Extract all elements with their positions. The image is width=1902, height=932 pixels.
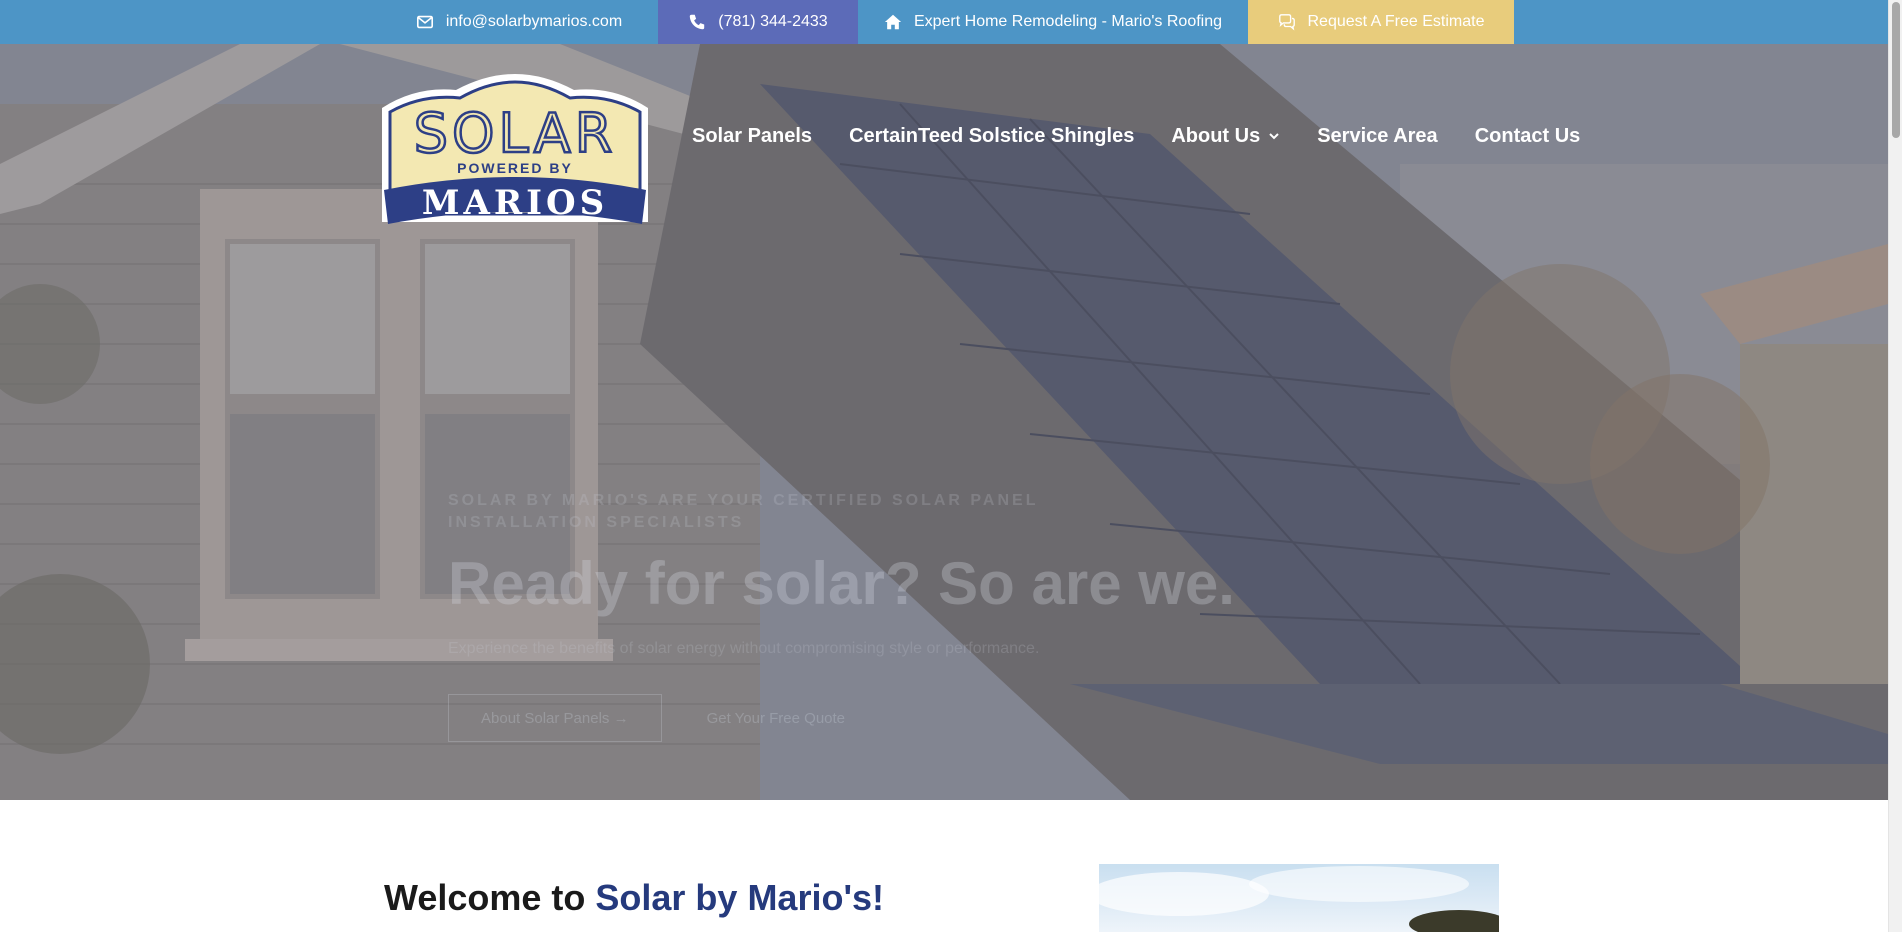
page-scrollbar[interactable] xyxy=(1888,0,1902,932)
request-estimate-text: Request A Free Estimate xyxy=(1307,13,1485,30)
email-link[interactable]: info@solarbymarios.com xyxy=(380,0,658,44)
nav-certainteed-shingles[interactable]: CertainTeed Solstice Shingles xyxy=(849,125,1134,148)
chat-bubbles-icon xyxy=(1278,13,1296,31)
email-text: info@solarbymarios.com xyxy=(445,13,623,30)
hero-section: SOLAR POWERED BY MARIOS Solar Panels Cer… xyxy=(0,44,1888,800)
welcome-heading: Welcome to Solar by Mario's! xyxy=(384,876,884,920)
hero-copy: SOLAR BY MARIO'S ARE YOUR CERTIFIED SOLA… xyxy=(448,490,1235,742)
logo-marios-text: MARIOS xyxy=(422,183,608,223)
remodeling-text: Expert Home Remodeling - Mario's Roofing xyxy=(913,13,1223,30)
phone-link[interactable]: (781) 344-2433 xyxy=(658,0,858,44)
nav-solar-panels[interactable]: Solar Panels xyxy=(692,125,812,148)
top-contact-bar: info@solarbymarios.com (781) 344-2433 Ex… xyxy=(0,0,1888,44)
scrollbar-thumb[interactable] xyxy=(1892,2,1900,138)
chevron-down-icon xyxy=(1268,130,1280,142)
about-solar-panels-button[interactable]: About Solar Panels → xyxy=(448,694,662,742)
main-nav: Solar Panels CertainTeed Solstice Shingl… xyxy=(692,116,1580,156)
solar-by-marios-logo[interactable]: SOLAR POWERED BY MARIOS xyxy=(376,72,654,232)
hero-eyebrow: SOLAR BY MARIO'S ARE YOUR CERTIFIED SOLA… xyxy=(448,492,1039,531)
nav-label: About Us xyxy=(1171,124,1261,147)
welcome-photo xyxy=(1099,864,1499,932)
home-icon xyxy=(884,13,902,31)
request-estimate-button[interactable]: Request A Free Estimate xyxy=(1248,0,1514,44)
envelope-icon xyxy=(416,13,434,31)
nav-contact-us[interactable]: Contact Us xyxy=(1475,125,1581,148)
phone-text: (781) 344-2433 xyxy=(718,13,828,30)
free-quote-button[interactable]: Get Your Free Quote xyxy=(674,694,878,742)
nav-label: Contact Us xyxy=(1474,124,1581,147)
nav-label: CertainTeed Solstice Shingles xyxy=(849,124,1135,147)
logo-solar-text: SOLAR xyxy=(414,102,617,165)
remodeling-link[interactable]: Expert Home Remodeling - Mario's Roofing xyxy=(858,0,1248,44)
nav-label: Solar Panels xyxy=(692,124,813,147)
hero-subheading: Experience the benefits of solar energy … xyxy=(448,640,1040,657)
logo-powered-text: POWERED BY xyxy=(457,160,573,176)
nav-service-area[interactable]: Service Area xyxy=(1317,125,1437,148)
welcome-brand: Solar by Mario's! xyxy=(595,877,885,918)
sky-photo-image xyxy=(1099,866,1499,932)
hero-buttons: About Solar Panels → Get Your Free Quote xyxy=(448,694,1148,742)
hero-headline: Ready for solar? So are we. xyxy=(448,550,1235,617)
nav-label: Service Area xyxy=(1317,124,1438,147)
nav-about-us[interactable]: About Us xyxy=(1171,125,1280,148)
welcome-prefix: Welcome to xyxy=(384,877,596,918)
phone-icon xyxy=(688,13,706,31)
